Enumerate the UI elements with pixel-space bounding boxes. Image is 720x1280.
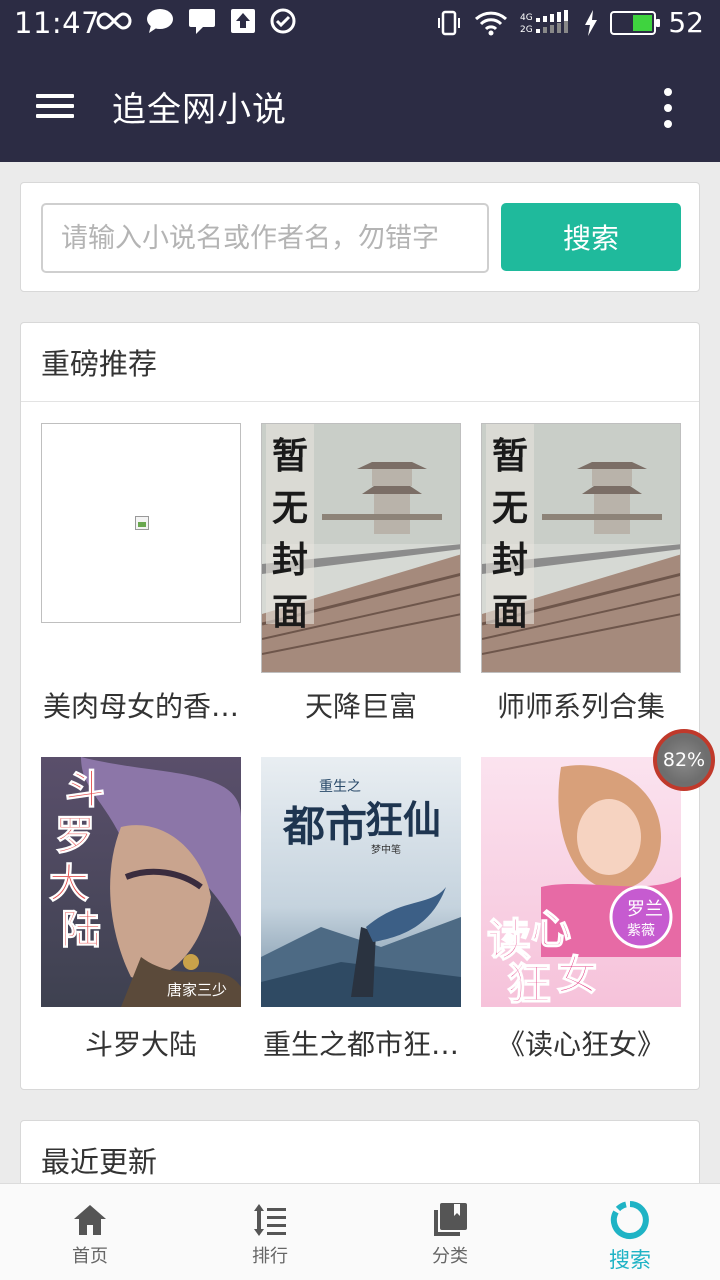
- svg-text:暂: 暂: [272, 436, 308, 477]
- app-bar: 追全网小说: [0, 52, 720, 162]
- svg-text:面: 面: [492, 592, 528, 633]
- svg-text:罗兰: 罗兰: [627, 899, 663, 920]
- svg-text:斗: 斗: [65, 767, 105, 813]
- home-icon: [74, 1205, 106, 1235]
- status-time: 11:47: [14, 6, 101, 40]
- nav-label: 首页: [72, 1246, 108, 1267]
- bottom-navigation: 首页 排行 分类 搜索: [0, 1183, 720, 1280]
- book-cover-image: 斗 罗 大 陆 唐家三少: [41, 757, 241, 1007]
- no-cover-image: 暂 无 封 面: [481, 423, 681, 673]
- svg-text:4G: 4G: [520, 13, 533, 23]
- svg-text:封: 封: [492, 540, 528, 581]
- chat-bubble-icon: [147, 9, 173, 33]
- recommend-title: 重磅推荐: [21, 323, 699, 402]
- battery-level: 52: [668, 6, 704, 39]
- nav-search[interactable]: 搜索: [540, 1184, 720, 1280]
- search-ring-icon: [610, 1201, 649, 1239]
- svg-text:紫薇: 紫薇: [627, 923, 655, 939]
- upload-icon: [231, 9, 255, 33]
- nav-label: 分类: [432, 1246, 468, 1267]
- hamburger-menu-icon[interactable]: [36, 90, 76, 122]
- svg-text:封: 封: [272, 540, 308, 581]
- more-vertical-icon[interactable]: [662, 88, 674, 128]
- notification-icons: [96, 8, 296, 34]
- book-cover-image: 罗兰 紫薇 读 心 狂 女: [481, 757, 681, 1007]
- book-title: 斗罗大陆: [84, 1028, 197, 1061]
- nav-category[interactable]: 分类: [360, 1184, 540, 1280]
- category-book-icon: [434, 1203, 467, 1236]
- book-item[interactable]: 美肉母女的香…: [41, 423, 241, 725]
- infinity-icon: [96, 12, 132, 30]
- floating-progress-badge[interactable]: 82%: [653, 729, 715, 791]
- book-title: 天降巨富: [304, 690, 417, 723]
- book-title: 师师系列合集: [496, 690, 665, 723]
- book-title: 重生之都市狂…: [262, 1028, 459, 1061]
- recommend-card: 重磅推荐 美肉母女的香… 暂 无 封 面 天降巨富 暂 无 封 面 师师系列合集…: [20, 322, 700, 1090]
- ranking-icon: [254, 1204, 286, 1236]
- charging-icon: [585, 9, 598, 36]
- svg-text:唐家三少: 唐家三少: [167, 981, 227, 999]
- svg-text:2G: 2G: [520, 25, 533, 35]
- svg-text:心: 心: [531, 907, 571, 953]
- check-circle-icon: [270, 8, 296, 34]
- search-input[interactable]: [41, 203, 489, 273]
- book-cover-image: 都市 狂仙 重生之 梦中笔: [261, 757, 461, 1007]
- app-title: 追全网小说: [112, 90, 287, 130]
- book-item[interactable]: 暂 无 封 面 师师系列合集: [481, 423, 681, 725]
- book-title: 《读心狂女》: [496, 1028, 665, 1061]
- svg-text:罗: 罗: [55, 813, 95, 859]
- battery-icon: [610, 10, 661, 35]
- vibrate-icon: [438, 10, 461, 35]
- nav-ranking[interactable]: 排行: [180, 1184, 360, 1280]
- no-cover-image: 暂 无 封 面: [261, 423, 461, 673]
- nav-home[interactable]: 首页: [0, 1184, 180, 1280]
- broken-image-icon: [41, 423, 241, 623]
- svg-text:女: 女: [557, 953, 597, 999]
- svg-text:重生之: 重生之: [319, 779, 361, 795]
- search-card: 搜索: [20, 182, 700, 292]
- status-right: 4G 2G 52: [436, 6, 704, 39]
- search-button[interactable]: 搜索: [501, 203, 681, 271]
- svg-text:无: 无: [492, 488, 528, 529]
- svg-text:狂仙: 狂仙: [365, 797, 441, 842]
- svg-text:都市: 都市: [282, 802, 367, 851]
- book-title: 美肉母女的香…: [42, 690, 239, 723]
- book-item[interactable]: 罗兰 紫薇 读 心 狂 女 《读心狂女》: [481, 757, 681, 1063]
- book-item[interactable]: 斗 罗 大 陆 唐家三少 斗罗大陆: [41, 757, 241, 1063]
- svg-text:面: 面: [272, 592, 308, 633]
- svg-text:大: 大: [49, 861, 89, 907]
- wifi-icon: [475, 11, 508, 35]
- signal-icon: 4G2G: [520, 9, 569, 35]
- svg-text:梦中笔: 梦中笔: [371, 843, 401, 856]
- book-item[interactable]: 暂 无 封 面 天降巨富: [261, 423, 461, 725]
- svg-text:狂: 狂: [507, 959, 551, 1007]
- status-bar: 11:47 4G 2G 52: [0, 0, 720, 52]
- svg-text:陆: 陆: [61, 907, 101, 953]
- svg-text:暂: 暂: [492, 436, 528, 477]
- message-icon: [189, 9, 215, 34]
- nav-label: 搜索: [609, 1248, 651, 1272]
- svg-text:无: 无: [272, 488, 308, 529]
- nav-label: 排行: [252, 1246, 288, 1267]
- book-item[interactable]: 都市 狂仙 重生之 梦中笔 重生之都市狂…: [261, 757, 461, 1063]
